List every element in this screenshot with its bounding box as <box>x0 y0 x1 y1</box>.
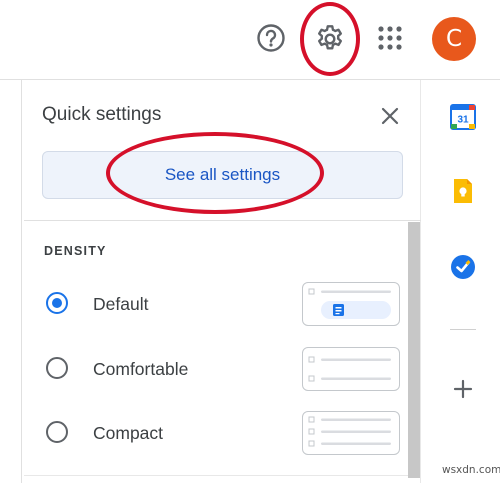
option-label: Comfortable <box>93 359 189 379</box>
panel-title: Quick settings <box>42 104 162 125</box>
radio-compact[interactable] <box>46 421 68 443</box>
calendar-icon[interactable]: 31 <box>450 104 476 130</box>
radio-default[interactable] <box>46 292 68 314</box>
left-strip <box>0 80 22 483</box>
comfortable-preview-thumbnail <box>302 347 400 391</box>
gear-highlight-circle <box>300 2 360 76</box>
radio-comfortable[interactable] <box>46 357 68 379</box>
avatar[interactable]: C <box>432 17 476 61</box>
side-app-strip: 31 <box>422 80 500 483</box>
apps-grid-icon[interactable] <box>372 20 408 56</box>
close-icon[interactable] <box>378 104 402 128</box>
keep-icon[interactable] <box>450 178 476 204</box>
bottom-divider <box>24 475 421 476</box>
tasks-icon[interactable] <box>450 254 476 280</box>
density-option-compact[interactable]: Compact <box>44 411 404 455</box>
quick-settings-panel: Quick settings See all settings DENSITY … <box>24 80 421 483</box>
density-heading: DENSITY <box>44 244 107 258</box>
option-label: Default <box>93 294 149 314</box>
watermark: wsxdn.com <box>442 464 500 476</box>
panel-scrollbar[interactable] <box>408 222 420 478</box>
density-option-default[interactable]: Default <box>44 282 404 326</box>
density-option-comfortable[interactable]: Comfortable <box>44 347 404 391</box>
add-icon[interactable] <box>450 376 476 402</box>
divider <box>24 220 421 221</box>
top-bar: C <box>0 0 500 80</box>
option-label: Compact <box>93 423 164 443</box>
calendar-day: 31 <box>457 115 469 126</box>
compact-preview-thumbnail <box>302 411 400 455</box>
see-all-highlight-circle <box>106 132 324 214</box>
default-preview-thumbnail <box>302 282 400 326</box>
side-separator <box>450 329 476 330</box>
help-circle-icon[interactable] <box>253 20 289 56</box>
